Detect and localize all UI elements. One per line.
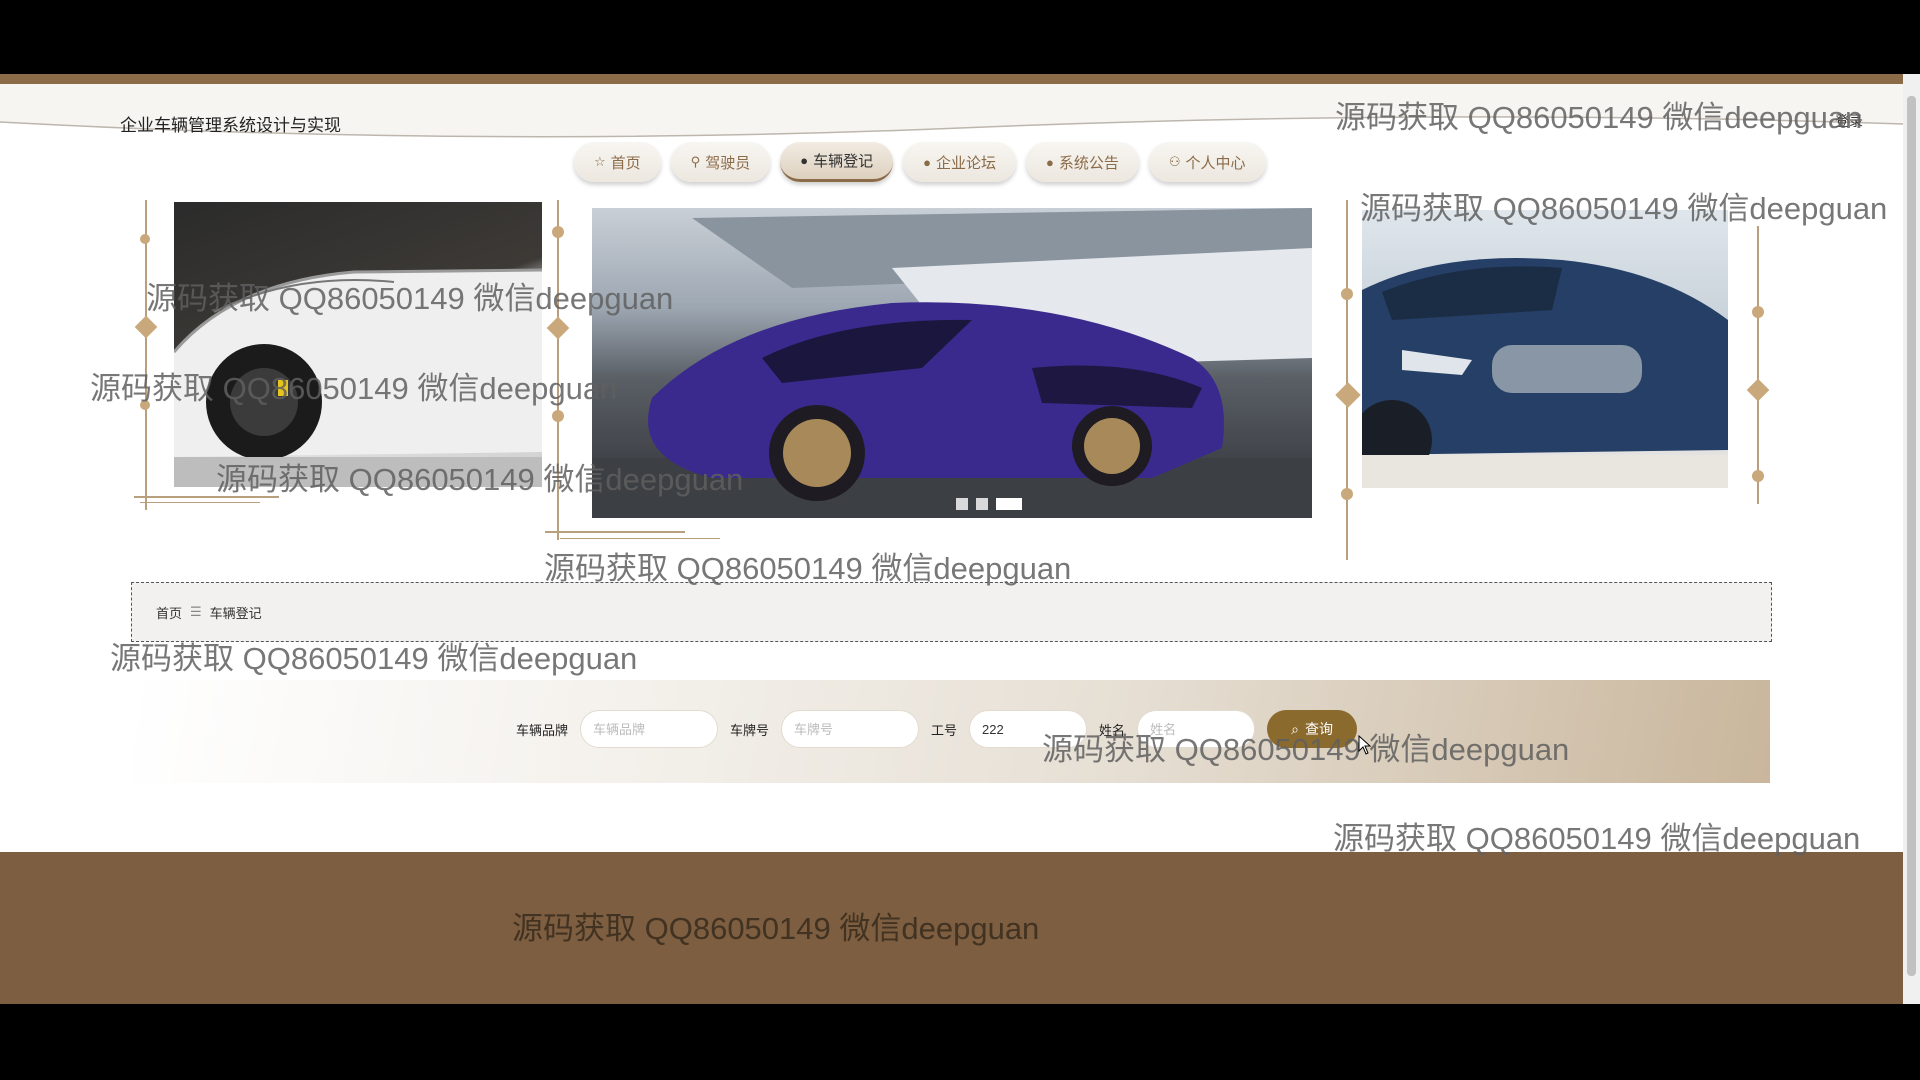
decor-diamond — [1746, 378, 1770, 402]
watermark-text: 源码获取 QQ86050149 微信deepguan — [1360, 191, 1888, 226]
decor-line — [145, 200, 147, 510]
page-scrollbar[interactable] — [1903, 74, 1920, 1004]
decor-line — [545, 531, 685, 533]
watermark-text: 源码获取 QQ86050149 微信deepguan — [512, 911, 1040, 946]
info-icon: ● — [1045, 154, 1054, 170]
top-accent-bar — [0, 74, 1903, 84]
breadcrumb-home[interactable]: 首页 — [156, 603, 182, 622]
mouse-cursor-icon — [1358, 735, 1372, 755]
info-icon: ● — [800, 153, 809, 168]
carousel-slide-blue-car[interactable] — [1362, 210, 1728, 488]
brand-input[interactable] — [580, 710, 719, 748]
decor-diamond — [134, 315, 158, 339]
decor-diamond — [1335, 382, 1361, 408]
white-car-image — [174, 268, 542, 487]
decor-line — [140, 502, 260, 503]
watermark-text: 源码获取 QQ86050149 微信deepguan — [146, 281, 674, 316]
bag-icon: ⚲ — [690, 154, 701, 169]
carousel-dot[interactable] — [976, 498, 988, 510]
decor-dot — [552, 410, 564, 422]
breadcrumb-separator-icon: ☰ — [190, 604, 202, 619]
decor-diamond — [546, 316, 570, 340]
breadcrumb-current: 车辆登记 — [209, 605, 262, 621]
carousel-slide-white-car[interactable] — [174, 202, 542, 487]
blue-car-image — [1362, 258, 1728, 488]
watermark-text: 源码获取 QQ86050149 微信deepguan — [110, 641, 638, 676]
nav-driver[interactable]: ⚲ 驾驶员 — [670, 142, 771, 182]
main-nav: ☆ 首页 ⚲ 驾驶员 ● 车辆登记 ● 企业论坛 ● 系统公告 ⚇ 个人中心 — [574, 142, 1266, 182]
decor-dot — [1752, 306, 1764, 318]
scrollbar-thumb[interactable] — [1907, 96, 1916, 976]
watermark-text: 源码获取 QQ86050149 微信deepguan — [216, 462, 744, 497]
user-icon: ⚇ — [1168, 154, 1181, 169]
worknum-label: 工号 — [931, 722, 958, 738]
watermark-text: 源码获取 QQ86050149 微信deepguan — [1333, 821, 1861, 856]
site-title: 企业车辆管理系统设计与实现 — [120, 116, 341, 135]
carousel-dot-active[interactable] — [996, 498, 1022, 510]
watermark-text: 源码获取 QQ86050149 微信deepguan — [1335, 100, 1863, 135]
decor-dot — [140, 234, 150, 244]
watermark-text: 源码获取 QQ86050149 微信deepguan — [1042, 732, 1570, 767]
nav-forum[interactable]: ● 企业论坛 — [903, 142, 1016, 182]
nav-label: 首页 — [610, 154, 641, 172]
nav-label: 驾驶员 — [705, 154, 751, 172]
watermark-text: 源码获取 QQ86050149 微信deepguan — [544, 551, 1072, 586]
nav-label: 系统公告 — [1058, 154, 1119, 172]
nav-announcement[interactable]: ● 系统公告 — [1025, 142, 1139, 182]
decor-dot — [1341, 488, 1353, 500]
nav-vehicle-registration[interactable]: ● 车辆登记 — [780, 142, 894, 182]
nav-label: 企业论坛 — [935, 154, 996, 172]
star-icon: ☆ — [594, 154, 606, 169]
decor-line — [1757, 226, 1759, 504]
nav-label: 车辆登记 — [813, 153, 874, 170]
decor-line — [1346, 200, 1348, 560]
nav-home[interactable]: ☆ 首页 — [574, 142, 661, 182]
decor-dot — [1752, 470, 1764, 482]
carousel-dot[interactable] — [956, 498, 968, 510]
carousel-indicators — [956, 498, 1022, 510]
decor-line — [560, 538, 720, 539]
nav-personal-center[interactable]: ⚇ 个人中心 — [1148, 142, 1266, 182]
brand-label: 车辆品牌 — [516, 722, 569, 738]
question-icon: ● — [923, 154, 931, 170]
plate-input[interactable] — [781, 710, 920, 748]
nav-label: 个人中心 — [1185, 154, 1246, 172]
plate-label: 车牌号 — [730, 722, 770, 738]
decor-dot — [1341, 288, 1353, 300]
decor-dot — [552, 226, 564, 238]
watermark-text: 源码获取 QQ86050149 微信deepguan — [90, 371, 618, 406]
